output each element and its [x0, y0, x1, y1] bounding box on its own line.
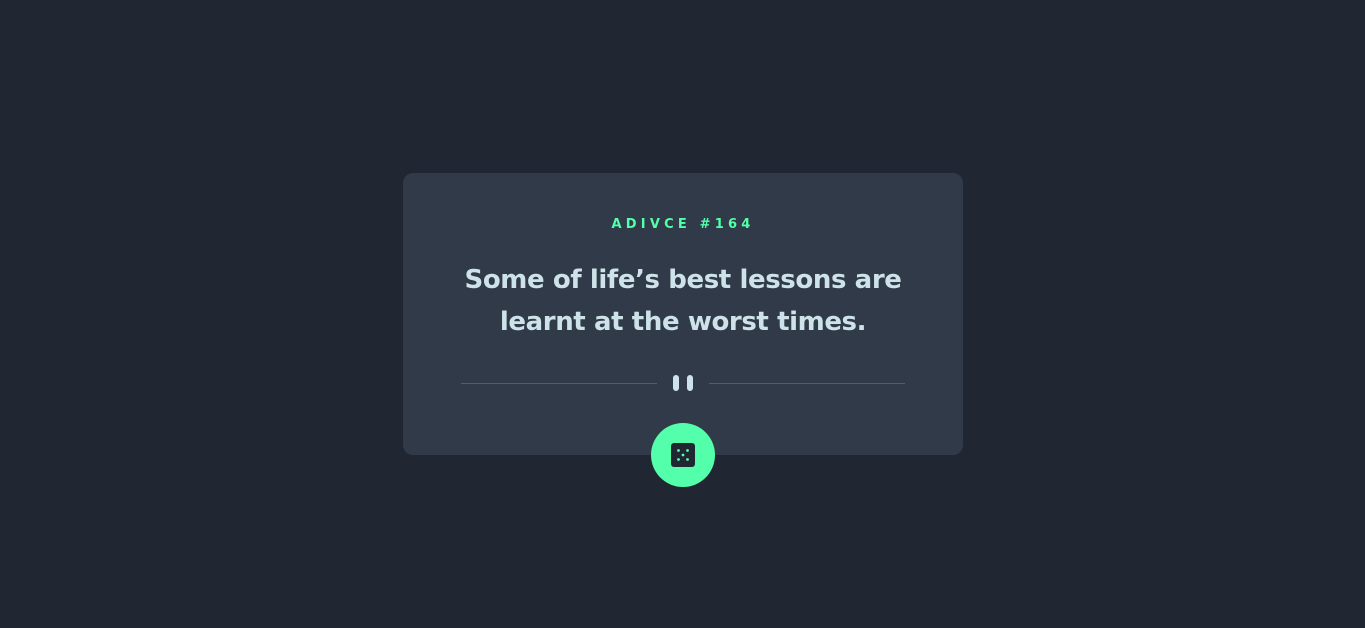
advice-number-label: ADIVCE #164 — [611, 217, 755, 232]
advice-card: ADIVCE #164 Some of life’s best lessons … — [403, 173, 963, 455]
generate-advice-button[interactable] — [651, 423, 715, 487]
dice-icon — [671, 443, 695, 467]
pause-bar-left — [673, 375, 679, 391]
divider-line-right — [709, 383, 905, 384]
pause-bar-right — [687, 375, 693, 391]
pattern-divider — [461, 374, 905, 392]
divider-line-left — [461, 383, 657, 384]
advice-quote: Some of life’s best lessons are learnt a… — [464, 265, 902, 337]
pause-icon — [673, 374, 693, 392]
